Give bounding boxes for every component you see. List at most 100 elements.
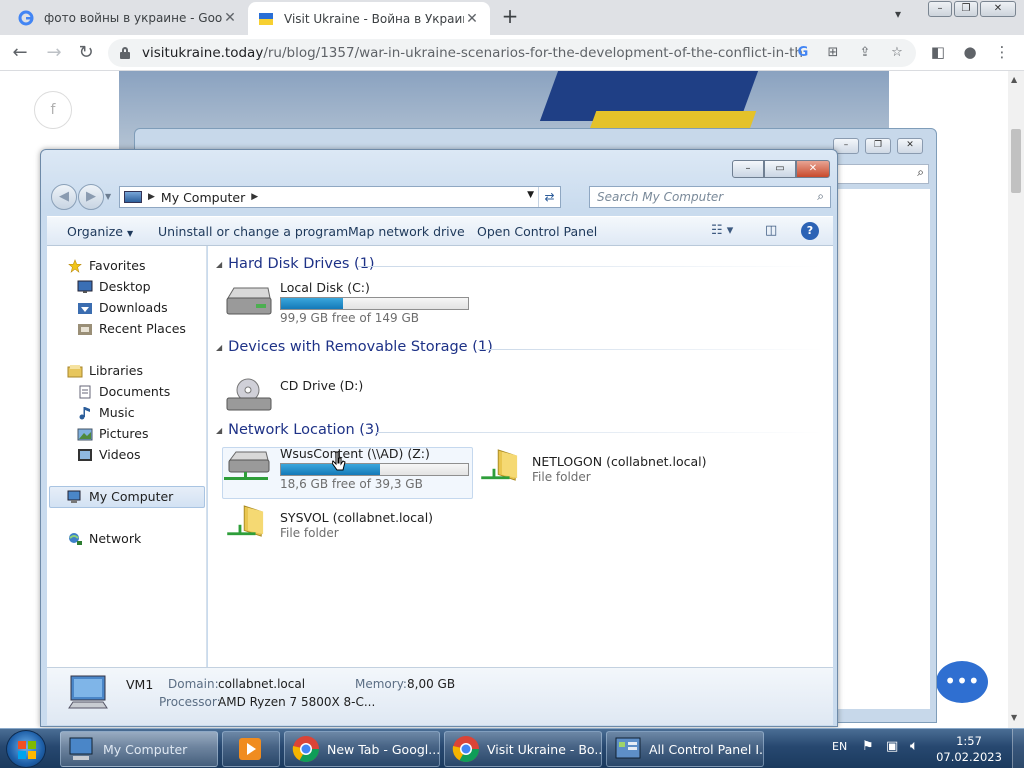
side-panel-icon[interactable]: ◧ — [928, 43, 948, 61]
language-indicator[interactable]: EN — [832, 740, 847, 753]
page-scrollbar[interactable]: ▲ ▼ — [1008, 71, 1024, 728]
forward-icon[interactable]: → — [42, 41, 66, 65]
collapse-triangle-icon[interactable]: ◢ — [216, 260, 222, 269]
group-network-location[interactable]: ◢ Network Location (3) — [216, 422, 380, 438]
organize-button[interactable]: Organize ▼ — [67, 224, 133, 239]
profile-avatar-icon[interactable]: ● — [960, 43, 980, 61]
taskbar-media-player[interactable] — [222, 731, 280, 767]
view-options-icon[interactable]: ☷ ▾ — [711, 223, 733, 238]
nav-desktop[interactable]: Desktop — [77, 279, 151, 294]
close-button[interactable]: ✕ — [897, 138, 923, 154]
tab-search-icon[interactable]: ▾ — [895, 7, 901, 21]
drive-c[interactable]: Local Disk (C:) 99,9 GB free of 149 GB — [224, 280, 474, 328]
scroll-down-icon[interactable]: ▼ — [1011, 713, 1017, 722]
action-center-flag-icon[interactable]: ⚑ — [862, 739, 874, 754]
show-desktop-button[interactable] — [1012, 729, 1024, 768]
share-icon[interactable]: ⇪ — [856, 45, 874, 60]
refresh-icon[interactable]: ⇄ — [538, 187, 560, 207]
google-lens-icon[interactable]: G — [794, 45, 812, 60]
address-bar[interactable]: visitukraine.today/ru/blog/1357/war-in-u… — [108, 39, 916, 67]
browser-tab-strip: фото войны в украине - Google ✕ Visit Uk… — [0, 0, 1024, 35]
back-icon[interactable]: ← — [8, 41, 32, 65]
minimize-button[interactable]: – — [928, 1, 952, 17]
nav-videos[interactable]: Videos — [77, 447, 141, 462]
network-tray-icon[interactable]: ▣ — [886, 739, 898, 754]
folder-netlogon[interactable]: NETLOGON (collabnet.local) File folder — [478, 446, 728, 498]
preview-pane-icon[interactable]: ◫ — [765, 223, 777, 238]
pictures-icon — [77, 428, 93, 440]
nav-libraries[interactable]: Libraries — [67, 363, 143, 378]
facebook-share-icon[interactable]: f — [34, 91, 72, 129]
drive-d[interactable]: CD Drive (D:) — [224, 374, 424, 420]
nav-favorites[interactable]: Favorites — [67, 258, 145, 273]
chrome-icon — [292, 736, 320, 763]
system-clock[interactable]: 1:57 07.02.2023 — [934, 733, 1004, 765]
drive-z[interactable]: WsusContent (\\AD) (Z:) 18,6 GB free of … — [224, 446, 474, 498]
url-text: visitukraine.today/ru/blog/1357/war-in-u… — [142, 45, 802, 61]
search-icon[interactable]: ⌕ — [817, 189, 824, 204]
minimize-button[interactable]: – — [732, 160, 764, 178]
explorer-address-bar[interactable]: ▶ My Computer ▶ ▼ ⇄ — [119, 186, 561, 208]
nav-pictures[interactable]: Pictures — [77, 426, 149, 441]
scroll-thumb[interactable] — [1011, 129, 1021, 193]
new-tab-button[interactable]: + — [498, 4, 522, 30]
control-panel-content — [835, 189, 930, 709]
close-tab-icon[interactable]: ✕ — [222, 10, 238, 26]
help-icon[interactable]: ? — [801, 222, 819, 240]
translate-icon[interactable]: ⊞ — [824, 45, 842, 60]
tab-visit-ukraine[interactable]: Visit Ukraine - Война в Украине ✕ — [248, 2, 490, 35]
taskbar-control-panel[interactable]: All Control Panel I... — [606, 731, 764, 767]
collapse-triangle-icon[interactable]: ◢ — [216, 426, 222, 435]
nav-music[interactable]: Music — [77, 405, 135, 420]
star-icon — [68, 258, 82, 273]
chat-bubble-icon[interactable]: ••• — [936, 661, 988, 703]
breadcrumb-arrow-icon[interactable]: ▶ — [148, 192, 155, 202]
libraries-icon — [67, 364, 83, 377]
taskbar-my-computer[interactable]: My Computer — [60, 731, 218, 767]
close-window-button[interactable]: ✕ — [980, 1, 1016, 17]
folder-sysvol[interactable]: SYSVOL (collabnet.local) File folder — [224, 502, 474, 554]
open-control-panel-button[interactable]: Open Control Panel — [477, 224, 597, 239]
maximize-button[interactable]: ❐ — [865, 138, 891, 154]
map-network-drive-button[interactable]: Map network drive — [348, 224, 465, 239]
windows-logo-icon — [18, 741, 36, 759]
tab-google-search[interactable]: фото войны в украине - Google ✕ — [8, 0, 248, 35]
nav-my-computer[interactable]: My Computer — [67, 489, 173, 504]
mouse-cursor-icon — [332, 451, 346, 471]
back-icon[interactable]: ◀ — [51, 184, 77, 210]
nav-network[interactable]: Network — [67, 531, 141, 546]
taskbar: My Computer New Tab - Googl... Visit Ukr… — [0, 728, 1024, 768]
volume-icon[interactable]: 🔈︎ — [910, 738, 918, 754]
maximize-button[interactable]: ▭ — [764, 160, 796, 178]
menu-kebab-icon[interactable]: ⋮ — [992, 43, 1012, 61]
close-tab-icon[interactable]: ✕ — [464, 11, 480, 27]
search-input[interactable]: Search My Computer ⌕ — [589, 186, 831, 208]
collapse-triangle-icon[interactable]: ◢ — [216, 343, 222, 352]
uninstall-program-button[interactable]: Uninstall or change a program — [158, 224, 348, 239]
cd-drive-icon — [226, 378, 272, 411]
scroll-up-icon[interactable]: ▲ — [1011, 75, 1017, 84]
nav-downloads[interactable]: Downloads — [77, 300, 168, 315]
taskbar-chrome-new-tab[interactable]: New Tab - Googl... — [284, 731, 440, 767]
tab-title: фото войны в украине - Google — [44, 10, 222, 25]
close-button[interactable]: ✕ — [796, 160, 830, 178]
reload-icon[interactable]: ↻ — [74, 41, 98, 65]
processor-label: Processor: — [159, 695, 221, 709]
recent-pages-dropdown-icon[interactable]: ▼ — [105, 192, 111, 201]
address-dropdown-icon[interactable]: ▼ — [527, 190, 534, 200]
search-icon[interactable]: ⌕ — [837, 164, 929, 184]
computer-icon — [67, 490, 81, 503]
start-button[interactable] — [6, 730, 46, 768]
processor-value: AMD Ryzen 7 5800X 8-C... — [218, 695, 376, 709]
nav-documents[interactable]: Documents — [77, 384, 170, 399]
group-removable-storage[interactable]: ◢ Devices with Removable Storage (1) — [216, 339, 493, 355]
taskbar-chrome-visit-ukraine[interactable]: Visit Ukraine - Bo... — [444, 731, 602, 767]
bookmark-star-icon[interactable]: ☆ — [888, 45, 906, 60]
videos-icon — [78, 448, 92, 461]
forward-icon[interactable]: ▶ — [78, 184, 104, 210]
group-hard-disk-drives[interactable]: ◢ Hard Disk Drives (1) — [216, 256, 375, 272]
breadcrumb-my-computer[interactable]: My Computer — [161, 190, 245, 205]
breadcrumb-arrow-icon[interactable]: ▶ — [251, 192, 258, 202]
nav-recent-places[interactable]: Recent Places — [77, 321, 186, 336]
restore-button[interactable]: ❐ — [954, 1, 978, 17]
